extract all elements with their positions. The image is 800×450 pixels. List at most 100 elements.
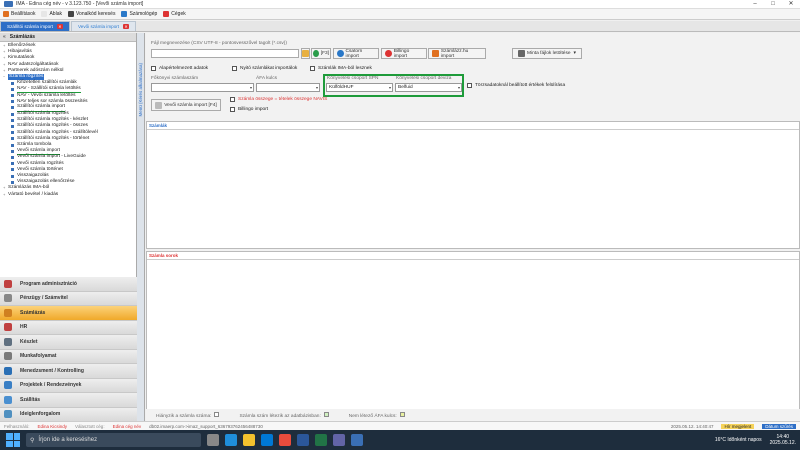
menu-icon <box>41 11 48 17</box>
module-label: Program adminisztráció <box>20 280 77 287</box>
checkbox-label: Alapértelmezett adatok <box>159 66 209 71</box>
override-checkbox[interactable]: Törzsadatoknál beállított értékek felülí… <box>467 83 565 88</box>
close-icon[interactable]: ✕ <box>782 0 800 9</box>
afa-select[interactable]: ▾ <box>256 83 320 92</box>
module-button[interactable]: Munkafolyamat <box>0 349 137 364</box>
sample-download-button[interactable]: Minta fájlok letöltése ▾ <box>512 48 582 59</box>
store-icon[interactable] <box>261 434 273 446</box>
bullet-icon <box>11 162 14 166</box>
billingo-checkbox[interactable]: Billingo import <box>230 107 268 112</box>
module-button[interactable]: Pénzügy / Számvitel <box>0 291 137 306</box>
windows-start-icon[interactable] <box>6 433 20 447</box>
menu-item[interactable]: Ablak <box>41 11 62 17</box>
szamlazz-icon <box>432 50 439 57</box>
file-input[interactable] <box>151 49 299 58</box>
close-tab-icon[interactable]: ✕ <box>56 24 63 29</box>
tab-vevoi-import[interactable]: Vevői számla import ✕ <box>70 21 137 31</box>
csoport-deviza-select[interactable]: Belfuid ▾ <box>395 83 462 92</box>
clock[interactable]: 14:40 2025.05.12. <box>770 434 796 446</box>
ima-invoices-checkbox[interactable]: Számlák IMA-ból lesznek <box>310 66 372 71</box>
bullet-icon <box>11 149 14 153</box>
message-badge[interactable]: Hír megjelent <box>721 423 755 429</box>
module-button[interactable]: Számlázás <box>0 306 137 321</box>
module-icon <box>4 366 12 375</box>
menu-item[interactable]: Beállítások <box>3 11 35 17</box>
module-icon <box>4 308 12 317</box>
module-button[interactable]: Program adminisztráció <box>0 277 137 292</box>
menu-item[interactable]: Cégek <box>163 11 186 17</box>
bullet-icon <box>11 143 14 147</box>
vertical-menu-strip[interactable]: Menü (Kérés alkalmazása) <box>137 33 145 421</box>
szamlazz-import-button[interactable]: Számlázz.hu import <box>428 48 486 59</box>
chrome-icon[interactable] <box>279 434 291 446</box>
menu-item[interactable]: Számológép <box>121 11 157 17</box>
chevron-down-icon: ▾ <box>457 85 460 90</box>
csoport-spn-select[interactable]: KülföldHUF ▾ <box>326 83 393 92</box>
checkbox-box[interactable] <box>230 107 235 112</box>
csv-import-label: Csatorn import <box>345 48 363 59</box>
tab-szallitoi-import[interactable]: Szállítói számla import ✕ <box>0 21 70 31</box>
bullet-icon <box>11 94 14 98</box>
module-label: Ideiglenforgalom <box>20 411 61 418</box>
legend-item: Hiányzik a számla száma: <box>156 411 225 419</box>
taskbar-search[interactable]: ⚲ Írjon ide a kereséshez <box>26 433 201 447</box>
ima-app-icon[interactable] <box>351 434 363 446</box>
module-icon <box>4 294 12 303</box>
teams-icon[interactable] <box>333 434 345 446</box>
default-data-checkbox[interactable]: Alapértelmezett adatok <box>151 66 208 71</box>
fokonyvi-select[interactable]: ▾ <box>151 83 254 92</box>
clock-date: 2025.05.12. <box>769 440 796 446</box>
module-label: HR <box>20 324 28 331</box>
menu-item[interactable]: Vonalkód keresés <box>67 11 115 17</box>
folder-button[interactable] <box>301 48 310 59</box>
chevron-down-icon: ▾ <box>249 85 252 90</box>
bullet-icon <box>11 106 14 110</box>
checkbox-box[interactable] <box>151 66 156 71</box>
module-button[interactable]: Ideiglenforgalom <box>0 407 137 422</box>
module-button[interactable]: Szállítás <box>0 393 137 408</box>
module-icon <box>4 381 12 390</box>
sample-download-label: Minta fájlok letöltése <box>527 51 571 56</box>
excel-icon[interactable] <box>315 434 327 446</box>
module-button[interactable]: HR <box>0 320 137 335</box>
word-icon[interactable] <box>297 434 309 446</box>
checkbox-box[interactable] <box>232 66 237 71</box>
title-bar: IMA - Edina cég név - v 3.123.750 - [Vev… <box>0 0 800 9</box>
customer-invoice-import-button[interactable]: Vevői számla import [F4] <box>151 99 221 111</box>
fokonyvi-label: Főkönyvi számlaszám <box>151 76 199 81</box>
checkbox-box[interactable] <box>310 66 315 71</box>
explorer-icon[interactable] <box>243 434 255 446</box>
billingo-import-button[interactable]: Billingo import <box>381 48 427 59</box>
date-filter-button[interactable]: Dátum szűrés <box>762 423 796 429</box>
menu-icon <box>67 11 74 17</box>
checkbox-box[interactable] <box>467 83 472 88</box>
collapse-icon[interactable]: « <box>3 34 6 40</box>
close-tab-icon[interactable]: ✕ <box>123 24 130 29</box>
task-view-icon[interactable] <box>207 434 219 446</box>
f3-label: [F3] <box>320 51 329 56</box>
csv-import-button[interactable]: Csatorn import <box>333 48 379 59</box>
sum-check-checkbox[interactable]: Számla összege = tételek összege NAVIS <box>230 97 327 102</box>
module-button[interactable]: Készlet <box>0 335 137 350</box>
legend-label: Számla szám létezik az adatbázisban: <box>239 413 321 419</box>
checkbox-label: Törzsadatoknál beállított értékek felülí… <box>475 83 566 88</box>
module-button[interactable]: Projektek / Rendezvények <box>0 378 137 393</box>
afa-label: ÁFA kulcs <box>256 76 278 81</box>
edge-icon[interactable] <box>225 434 237 446</box>
module-icon <box>4 279 12 288</box>
opening-invoices-checkbox[interactable]: Nyitó számlákat importálok <box>232 66 297 71</box>
sidebar-header[interactable]: «Számlázás <box>0 33 136 42</box>
weather-widget[interactable]: 16°C Időnként napos <box>715 437 762 443</box>
module-icon <box>4 352 12 361</box>
maximize-icon[interactable]: □ <box>764 0 782 9</box>
minimize-icon[interactable]: – <box>746 0 764 9</box>
module-button[interactable]: Menedzsment / Kontrolling <box>0 364 137 379</box>
legend-swatch <box>214 411 220 417</box>
main-content: Fájl megnevezése (CSV UTF-8 - pontosvess… <box>146 33 800 421</box>
module-label: Menedzsment / Kontrolling <box>20 367 84 374</box>
f3-button[interactable]: [F3] <box>311 48 331 59</box>
tree-item[interactable]: + Vártató bevétel / kiadás <box>3 192 136 198</box>
legend-item: Nem létező ÁFA kulcs: <box>349 411 411 419</box>
checkbox-box[interactable] <box>230 97 235 102</box>
module-label: Számlázás <box>20 309 46 316</box>
